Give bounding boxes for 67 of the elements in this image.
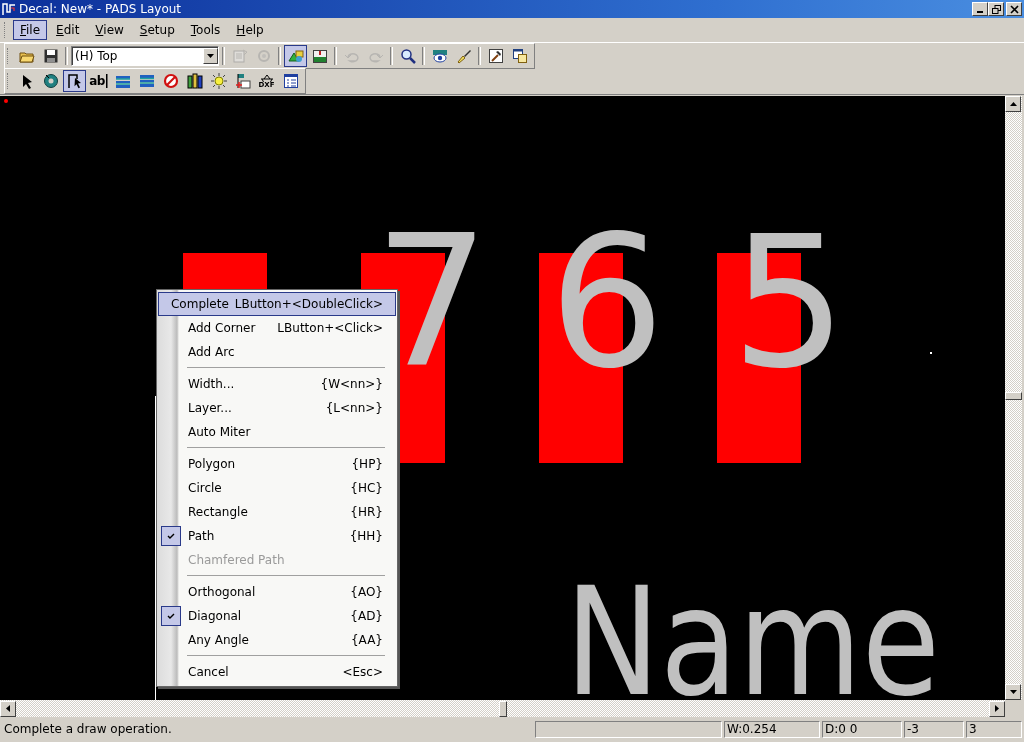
window-title: Decal: New* - PADS Layout [19,2,183,16]
menu-item[interactable]: Any Angle {AA} [158,628,396,652]
menu-item[interactable]: Orthogonal {AO} [158,580,396,604]
cursor-icon [66,73,83,89]
caret-icon [207,53,214,58]
app-icon [2,2,16,16]
prohibited-icon [162,73,179,89]
toolbar-button[interactable] [63,70,86,92]
network-icon [258,73,275,82]
menu-item[interactable]: Complete LButton+<DoubleClick> [158,292,396,316]
menu-item[interactable]: View [88,20,131,40]
layers-icon [138,73,155,89]
refresh-icon [255,47,272,64]
menu-item[interactable]: Polygon {HP} [158,452,396,476]
status-pane: -3 [904,720,964,738]
windows-icon [511,47,528,64]
name-label: Name [565,555,1005,700]
vertical-scrollbar[interactable] [1005,96,1022,700]
menu-item[interactable]: Path {HH} [158,524,396,548]
menu-item[interactable]: Layer... {L<nn>} [158,396,396,420]
arrow-right-icon [995,705,999,712]
brush-icon [455,47,472,64]
close-button[interactable] [1006,2,1022,16]
menu-item[interactable]: Setup [132,20,182,40]
toolbar-button[interactable]: ab [87,70,110,92]
menu-item[interactable]: Diagonal {AD} [158,604,396,628]
document-icon [231,47,248,64]
menu-item[interactable]: Help [229,20,271,40]
flag-icon [234,73,251,89]
menu-item[interactable]: Cancel <Esc> [158,660,396,684]
status-pane: W:0.254 [724,720,820,738]
restore-button[interactable] [988,2,1004,16]
list-icon [282,73,299,89]
menu-item[interactable]: Auto Miter [158,420,396,444]
scroll-thumb[interactable] [498,700,507,717]
arrow-down-icon [1009,690,1017,694]
close-icon [1009,4,1019,14]
menu-item[interactable]: Add Arc [158,340,396,364]
menu-item[interactable]: Width... {W<nn>} [158,372,396,396]
menu-item[interactable]: Rectangle {HR} [158,500,396,524]
horizontal-scrollbar[interactable] [0,700,1005,717]
restore-icon [991,4,1001,14]
menu-item[interactable]: Circle {HC} [158,476,396,500]
status-message: Complete a draw operation. [3,722,173,736]
menu-item[interactable]: File [13,20,48,40]
arrow-up-icon [1009,102,1017,106]
eye-icon [431,47,448,64]
disc-icon [42,73,59,89]
scroll-thumb[interactable] [1005,392,1022,400]
status-pane: D:0 0 [822,720,902,738]
minimize-button[interactable] [972,2,988,16]
menu-item[interactable]: Edit [49,20,87,40]
toolbar-button[interactable] [284,44,307,67]
search-icon [399,47,416,64]
status-pane: 3 [966,720,1022,738]
origin-marker [4,99,8,103]
hammer-icon [487,47,504,64]
layer-dropdown[interactable]: (H) Top [71,45,219,66]
layers-icon [114,73,131,89]
board-icon [311,47,328,64]
shapes-icon [287,47,304,64]
books-icon [186,73,203,89]
menu-item[interactable]: Tools [183,20,228,40]
text-cursor-icon [104,74,108,88]
menu-item[interactable]: Add Corner LButton+<Click> [158,316,396,340]
sun-icon [210,73,227,89]
arrow-left-icon [6,705,10,712]
